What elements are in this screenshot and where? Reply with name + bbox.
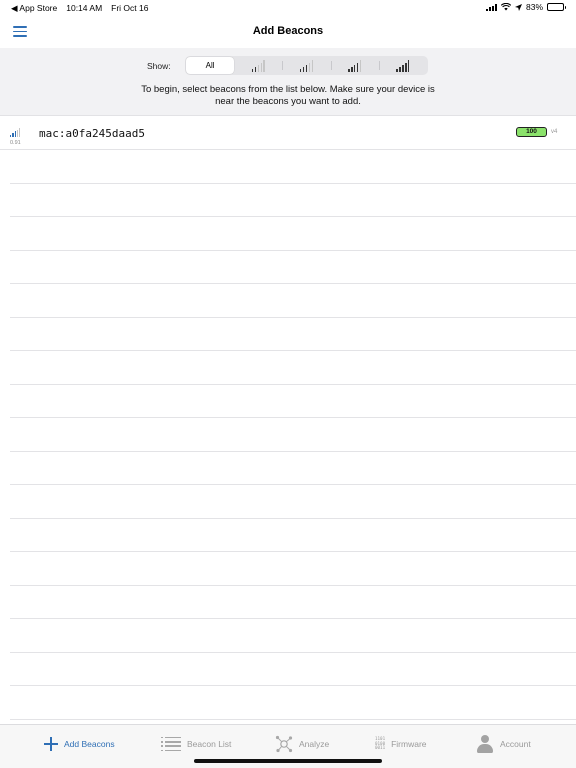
- status-bar: ◀ App Store 10:14 AM Fri Oct 16 83%: [0, 0, 576, 16]
- home-indicator: [194, 759, 382, 763]
- beacon-list-empty-rows: [10, 150, 576, 720]
- tab-add-beacons[interactable]: Add Beacons: [44, 725, 115, 763]
- segment-signal-1[interactable]: [234, 57, 282, 74]
- beacon-battery-badge: 100: [516, 127, 547, 137]
- tab-add-beacons-label: Add Beacons: [64, 739, 115, 749]
- show-filter-label: Show:: [147, 61, 171, 71]
- beacon-firmware-version: v4: [551, 129, 558, 135]
- tab-firmware[interactable]: 1101 0100 0011 Firmware: [375, 725, 427, 763]
- tab-analyze[interactable]: Analyze: [275, 725, 329, 763]
- empty-list-row: [10, 351, 576, 385]
- status-date: Fri Oct 16: [111, 3, 149, 13]
- cellular-signal-icon: [485, 3, 497, 11]
- tab-account-label: Account: [500, 739, 531, 749]
- empty-list-row: [10, 150, 576, 184]
- empty-list-row: [10, 552, 576, 586]
- beacon-mac-address: mac:a0fa245daad5: [39, 127, 145, 140]
- empty-list-row: [10, 385, 576, 418]
- tab-beacon-list-label: Beacon List: [187, 739, 232, 749]
- battery-percent: 83%: [525, 2, 543, 12]
- back-to-app-store-link[interactable]: ◀ App Store: [11, 3, 57, 14]
- list-icon: [161, 737, 181, 752]
- empty-list-row: [10, 217, 576, 251]
- tab-firmware-label: Firmware: [391, 739, 427, 749]
- signal-strength-3-icon: [348, 59, 362, 72]
- signal-strength-4-icon: [396, 59, 410, 72]
- empty-list-row: [10, 318, 576, 351]
- empty-list-row: [10, 184, 576, 217]
- beacon-list-item[interactable]: 0.91 mac:a0fa245daad5 100 v4: [0, 117, 576, 150]
- empty-list-row: [10, 586, 576, 619]
- empty-list-row: [10, 284, 576, 318]
- filter-panel: Show: All To begin, select beacons from …: [0, 48, 576, 116]
- tab-beacon-list[interactable]: Beacon List: [161, 725, 231, 763]
- navigation-bar: Add Beacons: [0, 16, 576, 48]
- segment-signal-4[interactable]: [378, 57, 427, 74]
- battery-icon: [547, 3, 566, 11]
- segment-signal-3[interactable]: [330, 57, 379, 74]
- status-time: 10:14 AM: [66, 3, 103, 13]
- empty-list-row: [10, 418, 576, 452]
- plus-icon: [44, 737, 58, 751]
- segment-all-label: All: [205, 61, 215, 70]
- analyze-icon: [275, 735, 293, 753]
- beacon-rssi-value: 0.91: [10, 140, 21, 146]
- location-arrow-icon: [514, 3, 522, 11]
- empty-list-row: [10, 519, 576, 552]
- empty-list-row: [10, 251, 576, 284]
- empty-list-row: [10, 485, 576, 519]
- binary-icon: 1101 0100 0011: [375, 736, 386, 751]
- signal-strength-2-icon: [300, 59, 313, 72]
- segment-all[interactable]: All: [186, 57, 235, 74]
- signal-filter-segmented-control: All: [185, 56, 428, 75]
- segment-signal-2[interactable]: [282, 57, 330, 74]
- beacon-signal-icon: [10, 128, 21, 137]
- signal-strength-1-icon: [251, 59, 265, 72]
- tab-analyze-label: Analyze: [299, 739, 330, 749]
- tab-account[interactable]: Account: [476, 725, 531, 763]
- empty-list-row: [10, 653, 576, 686]
- empty-list-row: [10, 619, 576, 653]
- page-title: Add Beacons: [252, 25, 324, 37]
- empty-list-row: [10, 686, 576, 720]
- wifi-icon: [500, 3, 511, 11]
- person-icon: [476, 735, 494, 753]
- empty-list-row: [10, 452, 576, 485]
- instructions-text: To begin, select beacons from the list b…: [141, 84, 435, 107]
